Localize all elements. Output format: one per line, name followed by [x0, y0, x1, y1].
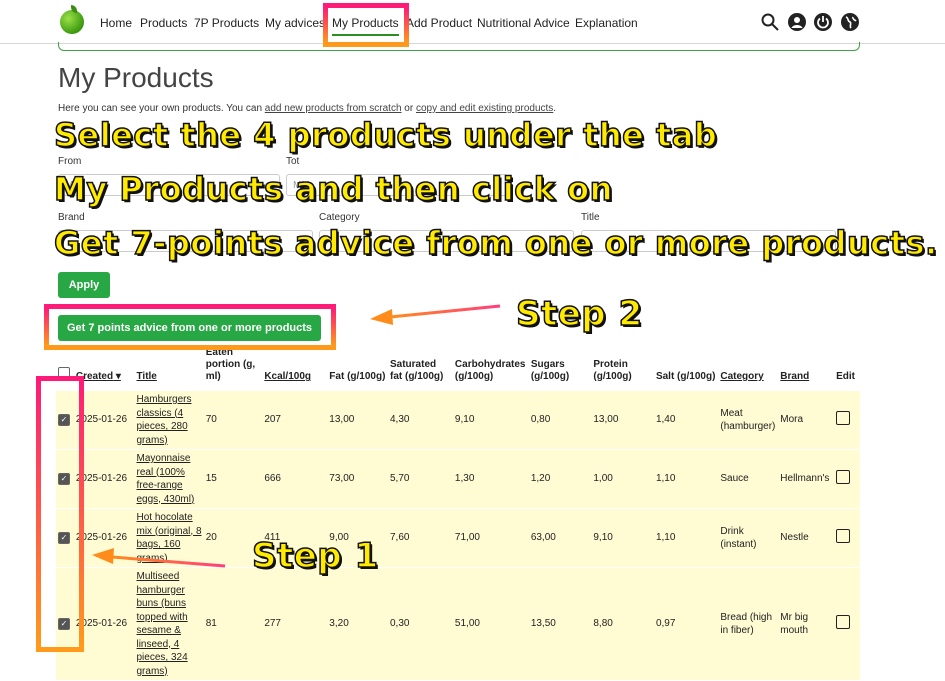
arrow-to-advice-button: [370, 304, 501, 325]
annotation-arrows: [92, 304, 501, 568]
arrow-to-checkboxes: [92, 548, 226, 568]
